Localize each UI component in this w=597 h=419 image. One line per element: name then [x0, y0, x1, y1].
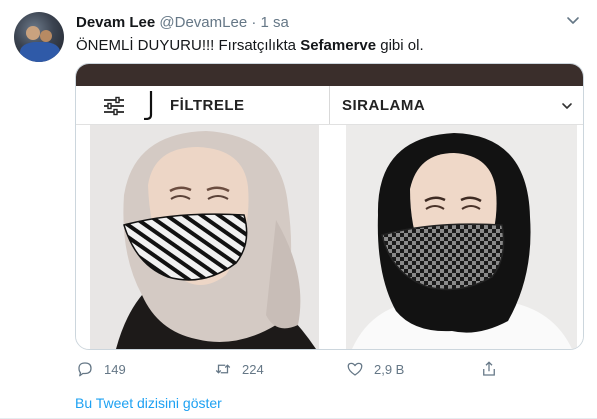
- black-hijab-gingham-mask-image: [332, 125, 583, 349]
- avatar[interactable]: [14, 12, 64, 62]
- beige-hijab-zebra-mask-image: [76, 125, 329, 349]
- separator-dot: ·: [251, 14, 257, 31]
- tweet-text-before: ÖNEMLİ DUYURU!!! Fırsatçılıkta: [76, 37, 301, 54]
- heart-icon: [347, 362, 363, 376]
- product-photo-left: [76, 125, 329, 349]
- reply-button[interactable]: 149: [76, 358, 126, 380]
- divider-bracket: [144, 91, 153, 120]
- filter-bar: FİLTRELE SIRALAMA: [76, 86, 583, 125]
- tweet-text-bold: Sefamerve: [300, 37, 377, 54]
- tweet-actions: 149 224 2,9 B: [76, 358, 581, 380]
- filter-cell: FİLTRELE: [76, 86, 328, 124]
- retweet-count: 224: [242, 361, 264, 377]
- filter-sliders-icon: [104, 96, 124, 116]
- chevron-down-icon: [562, 103, 572, 109]
- sort-label: SIRALAMA: [342, 97, 426, 114]
- media-top-bar: [76, 64, 583, 86]
- like-count: 2,9 B: [374, 361, 405, 377]
- filter-label: FİLTRELE: [170, 97, 245, 114]
- share-button[interactable]: [480, 358, 508, 380]
- tweet-media[interactable]: FİLTRELE SIRALAMA: [75, 63, 584, 350]
- sort-cell: SIRALAMA: [329, 86, 583, 124]
- retweet-button[interactable]: 224: [214, 358, 264, 380]
- retweet-icon: [215, 364, 231, 374]
- reply-icon: [78, 362, 92, 377]
- chevron-down-icon[interactable]: [565, 12, 581, 28]
- tweet-header: Devam Lee @DevamLee · 1 sa: [76, 14, 289, 32]
- like-button[interactable]: 2,9 B: [346, 358, 404, 380]
- author-handle[interactable]: @DevamLee: [159, 14, 247, 31]
- tweet-text-after: gibi ol.: [376, 37, 424, 54]
- share-icon: [483, 361, 495, 376]
- author-name[interactable]: Devam Lee: [76, 14, 155, 31]
- tweet[interactable]: Devam Lee @DevamLee · 1 sa ÖNEMLİ DUYURU…: [0, 0, 597, 419]
- timestamp[interactable]: 1 sa: [261, 14, 289, 31]
- product-photo-right: [332, 125, 583, 349]
- reply-count: 149: [104, 361, 126, 377]
- show-thread-link[interactable]: Bu Tweet dizisini göster: [75, 395, 222, 411]
- tweet-text: ÖNEMLİ DUYURU!!! Fırsatçılıkta Sefamerve…: [76, 37, 424, 55]
